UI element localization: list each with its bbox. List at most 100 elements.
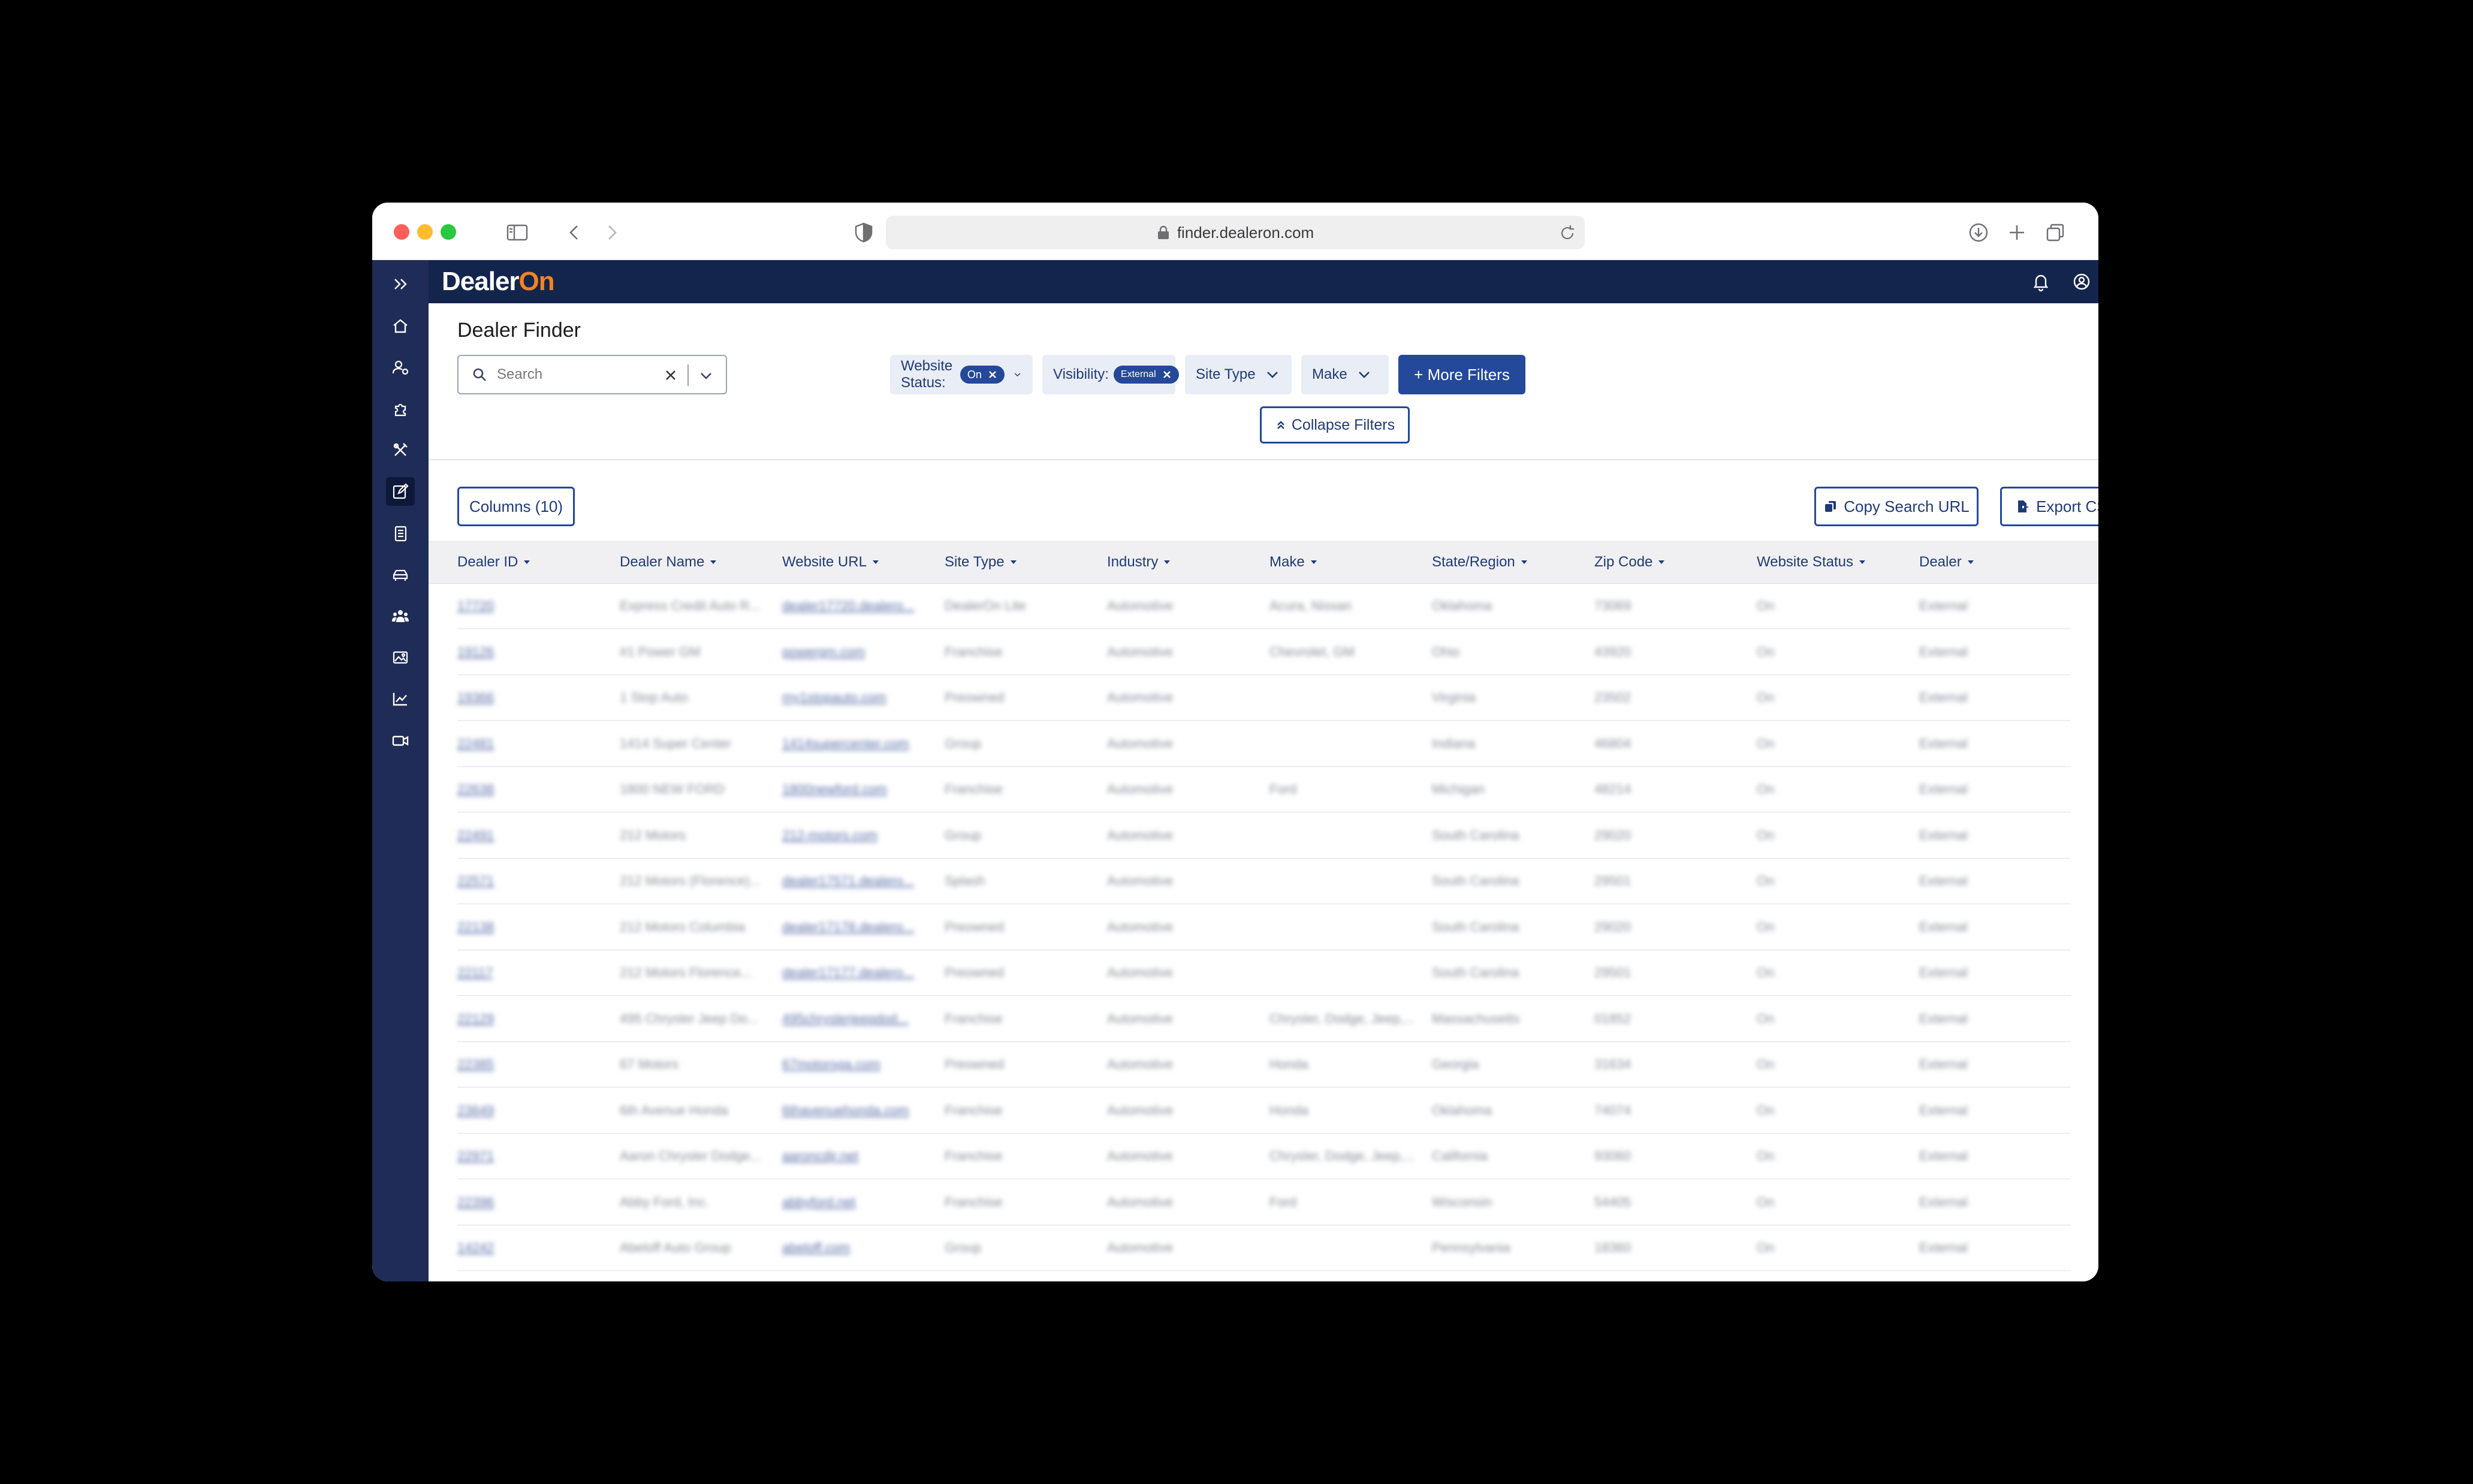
back-icon[interactable] <box>562 221 586 245</box>
cell-dealer-id[interactable]: 22491 <box>457 828 595 843</box>
column-header-dealer-name[interactable]: Dealer Name <box>620 554 717 571</box>
column-header-industry[interactable]: Industry <box>1107 554 1171 571</box>
chevron-down-icon[interactable] <box>1264 366 1281 383</box>
column-header-state-region[interactable]: State/Region <box>1432 554 1528 571</box>
notifications-bell-icon[interactable] <box>2030 271 2052 292</box>
cell-website-url[interactable]: abeloff.com <box>782 1240 932 1256</box>
cell-website-url[interactable]: powergm.com <box>782 644 932 660</box>
new-tab-icon[interactable] <box>2005 221 2029 245</box>
cell-website-url[interactable]: 212-motors.com <box>782 828 932 843</box>
cell-dealer-id[interactable]: 22385 <box>457 1057 595 1072</box>
cell-dealer-id[interactable]: 22481 <box>457 736 595 752</box>
table-row[interactable]: 22491 212 Motors 212-motors.com Group Automo… <box>457 813 2071 859</box>
table-row[interactable]: 22481 1414 Super Center 1414supercenter.co… <box>457 722 2071 767</box>
table-row[interactable]: 22129 495 Chrysler Jeep Do... 495chryslerj… <box>457 997 2071 1042</box>
column-header-make[interactable]: Make <box>1269 554 1318 571</box>
clear-search-icon[interactable] <box>662 367 679 384</box>
cell-dealer-id[interactable]: 22138 <box>457 919 595 935</box>
table-row[interactable]: 23649 6th Avenue Honda 6thavenuehonda.com F… <box>457 1088 2071 1134</box>
chevron-down-icon[interactable] <box>697 367 715 385</box>
car-icon[interactable] <box>386 560 415 589</box>
more-filters-button[interactable]: + More Filters <box>1398 355 1525 394</box>
home-icon[interactable] <box>386 312 415 340</box>
search-combobox[interactable] <box>457 355 727 394</box>
close-window-button[interactable] <box>394 224 409 240</box>
cell-dealer-id[interactable]: 19126 <box>457 644 595 660</box>
analytics-chart-icon[interactable] <box>386 684 415 713</box>
cell-website-url[interactable]: 67motorsga.com <box>782 1057 932 1072</box>
tab-overview-icon[interactable] <box>2043 221 2067 245</box>
table-row[interactable]: 22385 67 Motors 67motorsga.com Preowned Auto… <box>457 1042 2071 1088</box>
table-row[interactable]: 19126 #1 Power GM powergm.com Franchise Auto… <box>457 630 2071 675</box>
cell-website-url[interactable]: dealer17177.dealero... <box>782 965 932 981</box>
user-settings-icon[interactable] <box>386 353 415 382</box>
table-row[interactable]: 14242 Abeloff Auto Group abeloff.com Group A… <box>457 1226 2071 1271</box>
cell-website-url[interactable]: dealer17720.dealero... <box>782 598 932 614</box>
column-header-website-url[interactable]: Website URL <box>782 554 880 571</box>
columns-button[interactable]: Columns (10) <box>457 487 575 526</box>
forward-icon[interactable] <box>600 221 624 245</box>
cell-dealer-id[interactable]: 22571 <box>457 873 595 889</box>
column-header-zip-code[interactable]: Zip Code <box>1594 554 1666 571</box>
cell-dealer-id[interactable]: 22396 <box>457 1195 595 1210</box>
search-input[interactable] <box>497 366 647 383</box>
table-row[interactable]: 22571 212 Motors (Florence)... dealer17571… <box>457 859 2071 904</box>
zoom-window-button[interactable] <box>441 224 456 240</box>
website-status-filter[interactable]: Website Status: On <box>890 355 1033 394</box>
cell-website-url[interactable]: 1800newford.com <box>782 782 932 797</box>
table-row[interactable]: 22638 1800 NEW FORD 1800newford.com Franchi… <box>457 767 2071 813</box>
chevron-down-icon[interactable] <box>1013 366 1022 383</box>
column-header-site-type[interactable]: Site Type <box>945 554 1018 571</box>
collapse-filters-button[interactable]: Collapse Filters <box>1260 406 1410 444</box>
cell-website-url[interactable]: abbyford.net <box>782 1195 932 1210</box>
copy-search-url-button[interactable]: Copy Search URL <box>1814 487 1979 526</box>
document-icon[interactable] <box>386 519 415 548</box>
export-csv-button[interactable]: Export CSV <box>2000 487 2098 526</box>
privacy-shield-icon[interactable] <box>852 221 876 245</box>
edit-icon[interactable] <box>386 477 415 506</box>
puzzle-icon[interactable] <box>386 394 415 423</box>
downloads-icon[interactable] <box>1967 221 1991 245</box>
minimize-window-button[interactable] <box>417 224 433 240</box>
site-type-filter[interactable]: Site Type <box>1185 355 1292 394</box>
column-header-website-status[interactable]: Website Status <box>1757 554 1866 571</box>
cell-dealer-id[interactable]: 22129 <box>457 1011 595 1027</box>
expand-sidebar-icon[interactable] <box>386 270 415 298</box>
chevron-down-icon[interactable] <box>1356 366 1373 383</box>
sidebar-toggle-icon[interactable] <box>505 221 529 245</box>
cell-dealer-id[interactable]: 23649 <box>457 1103 595 1118</box>
make-filter[interactable]: Make <box>1301 355 1389 394</box>
remove-filter-icon[interactable] <box>987 369 999 381</box>
cell-dealer-id[interactable]: 17720 <box>457 598 595 614</box>
address-bar[interactable]: finder.dealeron.com <box>886 216 1585 249</box>
account-icon[interactable] <box>2071 271 2092 292</box>
remove-filter-icon[interactable] <box>1161 369 1173 381</box>
cell-dealer-id[interactable]: 19366 <box>457 690 595 705</box>
dealeron-logo[interactable]: Dealer On <box>442 267 555 296</box>
tools-icon[interactable] <box>386 436 415 464</box>
cell-dealer-id[interactable]: 22117 <box>457 965 595 981</box>
table-row[interactable]: 14244Abeloff GMCabeloffgmc.comFranchiseA… <box>457 1272 2071 1282</box>
table-row[interactable]: 22138 212 Motors Columbia dealer17178.deal… <box>457 905 2071 951</box>
image-gallery-icon[interactable] <box>386 643 415 672</box>
cell-website-url[interactable]: 495chryslerjeepdod... <box>782 1011 932 1027</box>
table-row[interactable]: 19366 1 Stop Auto my1stopauto.com Preowned A… <box>457 675 2071 721</box>
cell-website-url[interactable]: dealer17571.dealero... <box>782 873 932 889</box>
cell-dealer-id[interactable]: 22638 <box>457 782 595 797</box>
cell-dealer-id[interactable]: 22971 <box>457 1148 595 1164</box>
reload-icon[interactable] <box>1558 224 1576 242</box>
column-header-dealer-id[interactable]: Dealer ID <box>457 554 531 571</box>
column-header-dealer[interactable]: Dealer <box>1919 554 1975 571</box>
table-row[interactable]: 22971 Aaron Chrysler Dodge... aaroncdjr.ne… <box>457 1134 2071 1180</box>
users-group-icon[interactable] <box>386 602 415 631</box>
table-row[interactable]: 17720 Express Credit Auto R... dealer17720… <box>457 584 2071 629</box>
cell-dealer-id[interactable]: 14242 <box>457 1240 595 1256</box>
cell-website-url[interactable]: my1stopauto.com <box>782 690 932 705</box>
cell-website-url[interactable]: dealer17178.dealero... <box>782 919 932 935</box>
cell-website-url[interactable]: aaroncdjr.net <box>782 1148 932 1164</box>
cell-website-url[interactable]: 1414supercenter.com <box>782 736 932 752</box>
video-camera-icon[interactable] <box>386 726 415 755</box>
table-row[interactable]: 22117 212 Motors Florence... dealer17177.d… <box>457 951 2071 996</box>
table-row[interactable]: 22396 Abby Ford, Inc. abbyford.net Franchis… <box>457 1180 2071 1226</box>
cell-website-url[interactable]: 6thavenuehonda.com <box>782 1103 932 1118</box>
